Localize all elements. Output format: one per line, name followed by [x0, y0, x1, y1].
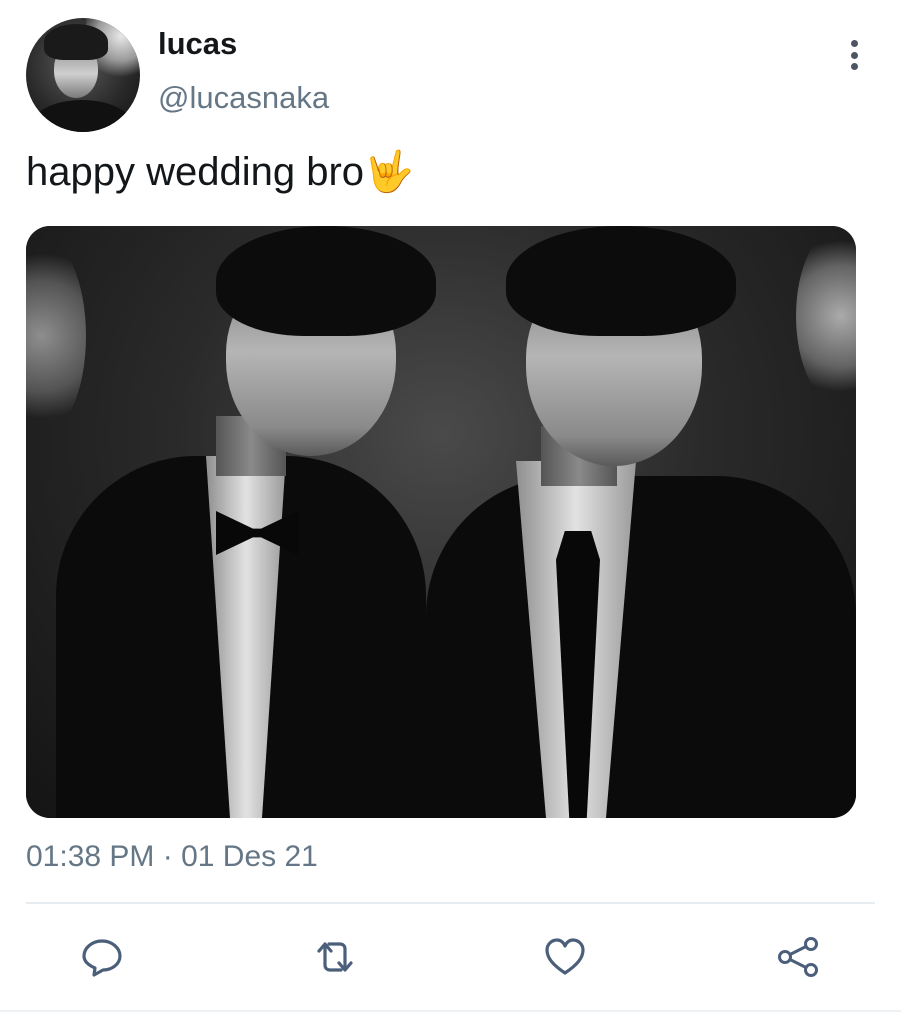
avatar-shoulder — [32, 100, 132, 132]
share-button[interactable] — [776, 935, 820, 979]
tweet-timestamp[interactable]: 01:38 PM · 01 Des 21 — [26, 840, 318, 874]
hair — [506, 226, 736, 336]
photo-person-right — [426, 226, 856, 818]
like-button[interactable] — [543, 935, 587, 979]
bottom-border — [0, 1010, 901, 1012]
retweet-button[interactable] — [313, 935, 357, 979]
tweet-text: happy wedding bro🤟 — [26, 150, 414, 194]
reply-icon — [82, 939, 122, 977]
more-dot-icon — [850, 63, 858, 70]
reply-button[interactable] — [80, 935, 124, 979]
retweet-icon — [317, 942, 353, 972]
heart-icon — [545, 938, 585, 975]
display-name[interactable]: lucas — [158, 26, 237, 62]
more-dot-icon — [850, 40, 858, 47]
tweet-photo[interactable] — [26, 226, 856, 818]
avatar-hair — [44, 24, 108, 60]
hair — [216, 226, 436, 336]
divider — [26, 902, 875, 904]
suit — [426, 476, 856, 818]
share-icon — [778, 937, 818, 977]
photo-person-left — [56, 226, 436, 818]
tweet-card: lucas @lucasnaka happy wedding bro🤟 01:3… — [0, 0, 901, 1024]
user-avatar[interactable] — [26, 18, 140, 132]
user-handle[interactable]: @lucasnaka — [158, 80, 329, 116]
more-options-button[interactable] — [838, 38, 870, 72]
more-dot-icon — [850, 51, 858, 59]
